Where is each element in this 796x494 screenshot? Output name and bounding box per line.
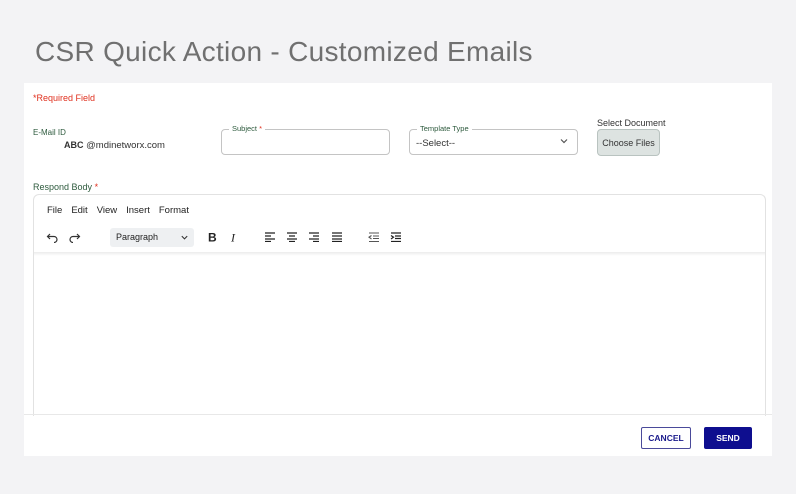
svg-text:B: B bbox=[208, 231, 217, 243]
align-center-icon[interactable] bbox=[285, 228, 299, 246]
chevron-down-icon bbox=[560, 139, 568, 144]
template-type-value: --Select-- bbox=[416, 138, 456, 149]
required-field-note: *Required Field bbox=[33, 93, 96, 103]
form-footer: CANCEL SEND bbox=[24, 414, 772, 456]
email-form-card: *Required Field E-Mail ID ABC @mdinetwor… bbox=[24, 83, 772, 456]
template-type-label: Template Type bbox=[417, 124, 472, 133]
block-format-value: Paragraph bbox=[116, 232, 159, 242]
email-id-value: ABC @mdinetworx.com bbox=[64, 140, 165, 151]
italic-icon[interactable]: I bbox=[227, 228, 241, 246]
chevron-down-icon bbox=[181, 235, 188, 240]
select-document-label: Select Document bbox=[597, 118, 666, 128]
subject-label: Subject * bbox=[229, 124, 266, 133]
bold-icon[interactable]: B bbox=[205, 228, 219, 246]
rich-text-editor: File Edit View Insert Format Paragraph B… bbox=[33, 194, 766, 416]
outdent-icon[interactable] bbox=[367, 228, 381, 246]
block-format-select[interactable]: Paragraph bbox=[110, 228, 194, 247]
redo-icon[interactable] bbox=[66, 228, 82, 246]
menu-format[interactable]: Format bbox=[159, 205, 189, 216]
cancel-button[interactable]: CANCEL bbox=[641, 427, 691, 449]
email-id-label: E-Mail ID bbox=[33, 128, 66, 137]
menu-insert[interactable]: Insert bbox=[126, 205, 150, 216]
email-prefix: ABC bbox=[64, 140, 84, 150]
respond-body-label: Respond Body * bbox=[33, 182, 99, 192]
menu-view[interactable]: View bbox=[97, 205, 117, 216]
indent-icon[interactable] bbox=[389, 228, 403, 246]
subject-input[interactable]: Subject * bbox=[221, 124, 390, 155]
editor-menubar: File Edit View Insert Format bbox=[47, 205, 189, 216]
align-justify-icon[interactable] bbox=[330, 228, 344, 246]
align-right-icon[interactable] bbox=[307, 228, 321, 246]
align-left-icon[interactable] bbox=[263, 228, 277, 246]
email-domain: @mdinetworx.com bbox=[86, 140, 165, 151]
choose-files-button[interactable]: Choose Files bbox=[597, 129, 660, 156]
editor-content-area[interactable] bbox=[34, 256, 765, 416]
page-title: CSR Quick Action - Customized Emails bbox=[35, 36, 533, 67]
menu-file[interactable]: File bbox=[47, 205, 62, 216]
editor-toolbar: Paragraph B I bbox=[44, 228, 744, 248]
send-button[interactable]: SEND bbox=[704, 427, 752, 449]
svg-text:I: I bbox=[230, 231, 236, 243]
undo-icon[interactable] bbox=[44, 228, 60, 246]
menu-edit[interactable]: Edit bbox=[71, 205, 87, 216]
template-type-select[interactable]: Template Type --Select-- bbox=[409, 124, 578, 155]
